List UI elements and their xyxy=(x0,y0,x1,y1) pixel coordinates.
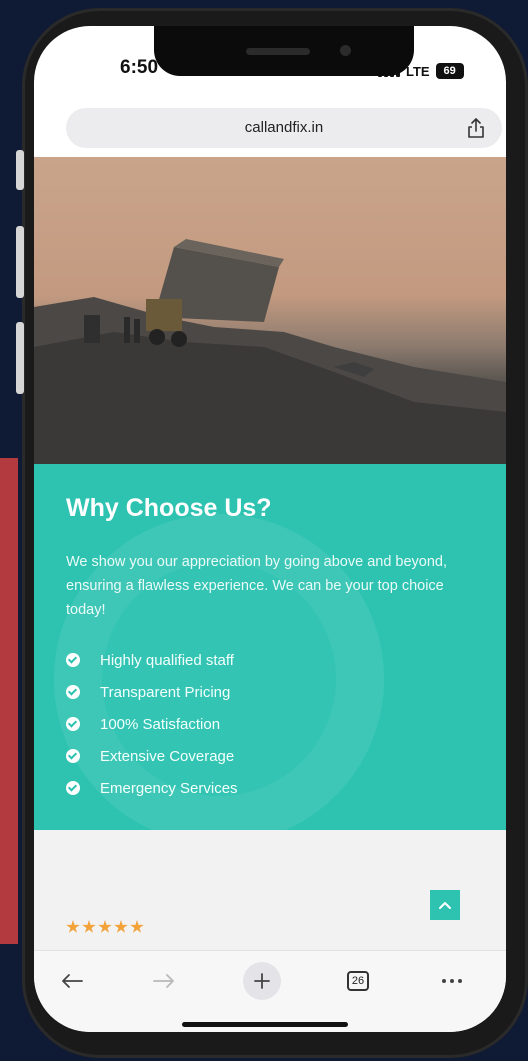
new-tab-button[interactable] xyxy=(242,962,282,1000)
tabs-icon: 26 xyxy=(347,971,369,991)
network-type: LTE xyxy=(406,63,430,79)
section-heading: Why Choose Us? xyxy=(66,494,272,522)
hero-image xyxy=(34,157,506,464)
check-circle-icon xyxy=(66,717,80,731)
more-icon xyxy=(442,979,462,983)
check-circle-icon xyxy=(66,685,80,699)
back-button[interactable] xyxy=(52,963,92,999)
check-circle-icon xyxy=(66,653,80,667)
back-arrow-icon xyxy=(62,974,83,988)
check-circle-icon xyxy=(66,749,80,763)
why-choose-us-section: Why Choose Us? We show you our appreciat… xyxy=(34,464,506,830)
hero-illustration xyxy=(34,239,506,464)
battery-icon: 69 xyxy=(435,63,464,79)
reviews-section xyxy=(34,830,506,960)
section-paragraph: We show you our appreciation by going ab… xyxy=(66,554,448,618)
chevron-up-icon xyxy=(439,902,451,909)
address-bar[interactable]: callandfix.in xyxy=(66,108,502,148)
star-icon xyxy=(98,920,112,933)
phone-screen: 6:50 LTE 69 callandfix.in Why Choose Us?… xyxy=(34,26,506,1032)
tabs-button[interactable]: 26 xyxy=(338,963,378,999)
front-camera xyxy=(340,45,351,56)
feature-label: 100% Satisfaction xyxy=(100,715,221,733)
status-time: 6:50 xyxy=(120,57,159,78)
more-button[interactable] xyxy=(432,963,472,999)
list-item: Extensive Coverage xyxy=(66,740,238,772)
check-circle-icon xyxy=(66,781,80,795)
phone-side-button-volume-down xyxy=(16,322,24,394)
feature-label: Extensive Coverage xyxy=(100,747,235,765)
star-icon xyxy=(114,920,128,933)
phone-side-button-silent xyxy=(16,150,24,190)
star-icon xyxy=(82,920,96,933)
url-text: callandfix.in xyxy=(244,119,324,136)
phone-side-button-volume-up xyxy=(16,226,24,298)
scroll-to-top-button[interactable] xyxy=(430,890,460,920)
list-item: Highly qualified staff xyxy=(66,644,238,676)
feature-label: Emergency Services xyxy=(100,779,238,797)
plus-icon xyxy=(243,962,281,1000)
star-icon xyxy=(66,920,80,933)
forward-arrow-icon xyxy=(153,974,174,988)
feature-label: Highly qualified staff xyxy=(100,651,234,669)
red-accent-band xyxy=(0,458,18,944)
list-item: 100% Satisfaction xyxy=(66,708,238,740)
browser-toolbar: 26 xyxy=(34,950,506,1032)
feature-label: Transparent Pricing xyxy=(100,683,231,701)
home-indicator xyxy=(182,1022,348,1027)
notch xyxy=(154,26,414,76)
share-icon[interactable] xyxy=(466,117,486,139)
star-icon xyxy=(130,920,144,933)
feature-list: Highly qualified staff Transparent Prici… xyxy=(66,644,238,804)
star-rating xyxy=(66,920,144,934)
list-item: Emergency Services xyxy=(66,772,238,804)
list-item: Transparent Pricing xyxy=(66,676,238,708)
speaker xyxy=(246,48,310,55)
battery-level: 69 xyxy=(443,65,456,77)
tab-count: 26 xyxy=(351,975,365,987)
forward-button[interactable] xyxy=(144,963,184,999)
